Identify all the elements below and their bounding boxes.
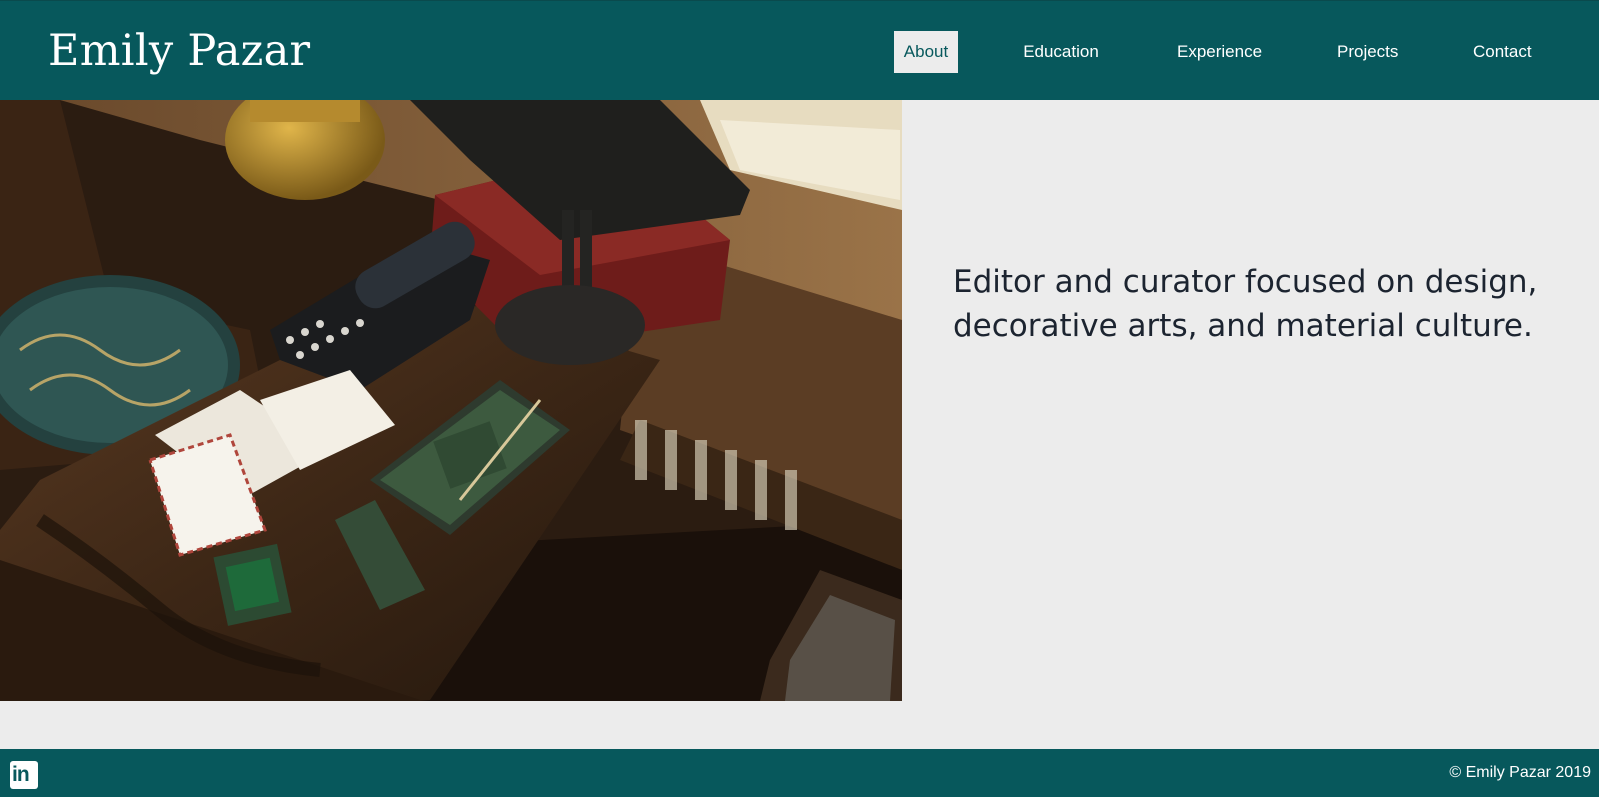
site-title[interactable]: Emily Pazar [48, 23, 310, 79]
nav-experience[interactable]: Experience [1177, 31, 1262, 73]
nav-about[interactable]: About [894, 31, 958, 73]
site-header: Emily Pazar About Education Experience P… [0, 0, 1599, 100]
nav-projects[interactable]: Projects [1337, 31, 1398, 73]
copyright-text: © Emily Pazar 2019 [1449, 764, 1591, 781]
linkedin-icon[interactable]: in [10, 761, 38, 789]
nav-contact[interactable]: Contact [1473, 31, 1532, 73]
site-footer: in © Emily Pazar 2019 [0, 749, 1599, 797]
hero-photo-desk-typewriter [0, 100, 902, 701]
hero-tagline: Editor and curator focused on design, de… [953, 264, 1538, 344]
nav-education[interactable]: Education [1023, 31, 1099, 73]
linkedin-icon-glyph: in [12, 763, 30, 786]
